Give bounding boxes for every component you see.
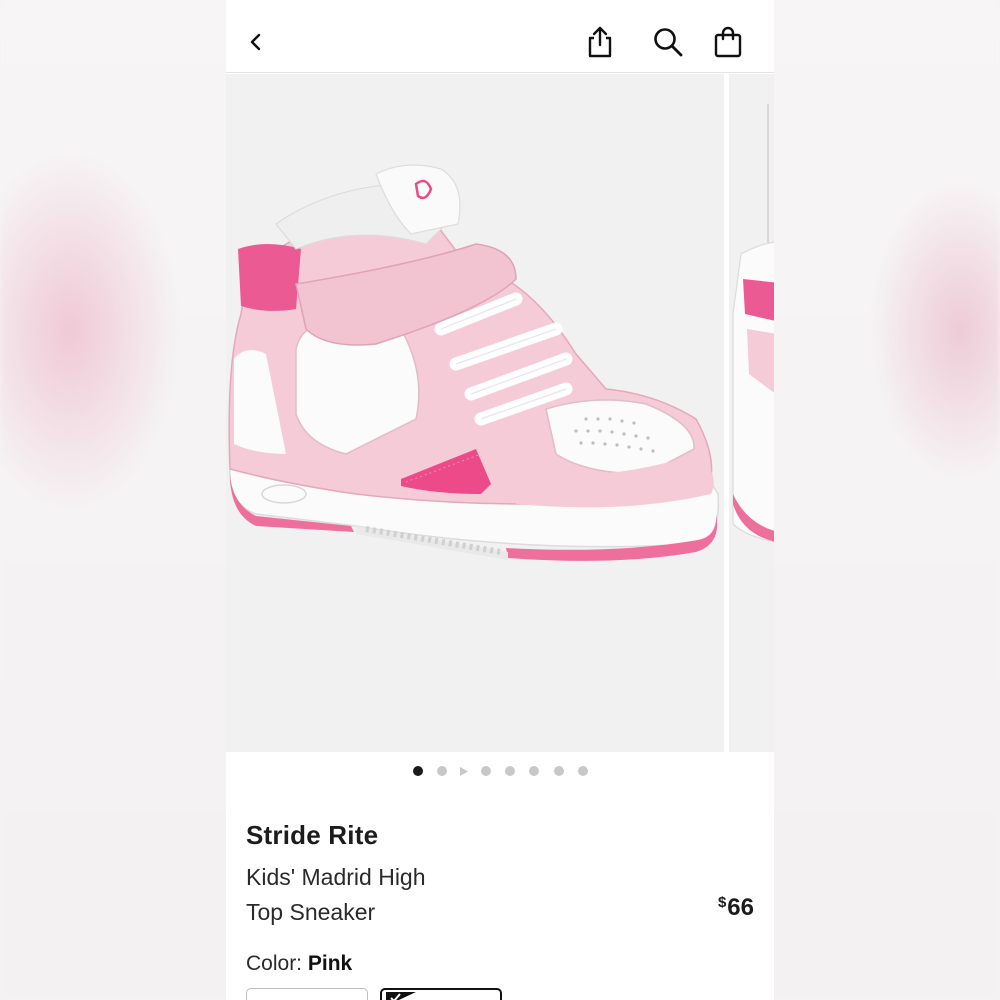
brand-name[interactable]: Stride Rite: [246, 820, 378, 851]
carousel-dot[interactable]: [529, 766, 539, 776]
top-navigation-bar: [226, 0, 774, 73]
color-swatch-selected[interactable]: [380, 988, 502, 1000]
product-image-carousel[interactable]: [226, 74, 774, 752]
chevron-left-icon: [250, 33, 261, 51]
product-page: Stride Rite Kids' Madrid High Top Sneake…: [226, 0, 774, 1000]
currency-symbol: $: [717, 894, 727, 911]
selected-color: Color: Pink: [246, 952, 352, 976]
product-name: Kids' Madrid High Top Sneaker: [246, 860, 546, 930]
carousel-pagination: [226, 762, 774, 780]
search-button[interactable]: [648, 22, 688, 62]
shopping-bag-button[interactable]: [708, 22, 748, 62]
sneaker-preview-illustration: [732, 104, 774, 543]
sneaker-illustration: [228, 164, 720, 561]
price-value: 66: [727, 894, 754, 921]
carousel-dot[interactable]: [481, 766, 491, 776]
share-button[interactable]: [580, 22, 620, 62]
color-swatch[interactable]: [246, 988, 368, 1000]
video-play-icon[interactable]: [459, 767, 469, 776]
shopping-bag-icon: [714, 26, 742, 58]
product-name-line: Top Sneaker: [246, 899, 376, 925]
color-label: Color:: [246, 952, 308, 975]
check-icon: [386, 992, 416, 1000]
color-value: Pink: [307, 952, 353, 975]
carousel-dot[interactable]: [554, 766, 564, 776]
carousel-dot[interactable]: [578, 766, 588, 776]
product-name-line: Kids' Madrid High: [246, 864, 426, 890]
carousel-dot[interactable]: [505, 766, 515, 776]
carousel-dot[interactable]: [413, 766, 423, 776]
search-icon: [654, 28, 683, 57]
share-icon: [588, 26, 612, 58]
next-product-image-preview[interactable]: [729, 74, 774, 752]
carousel-dot[interactable]: [437, 766, 447, 776]
product-image[interactable]: [226, 74, 724, 752]
product-price: $66: [718, 894, 754, 922]
back-button[interactable]: [236, 22, 276, 62]
